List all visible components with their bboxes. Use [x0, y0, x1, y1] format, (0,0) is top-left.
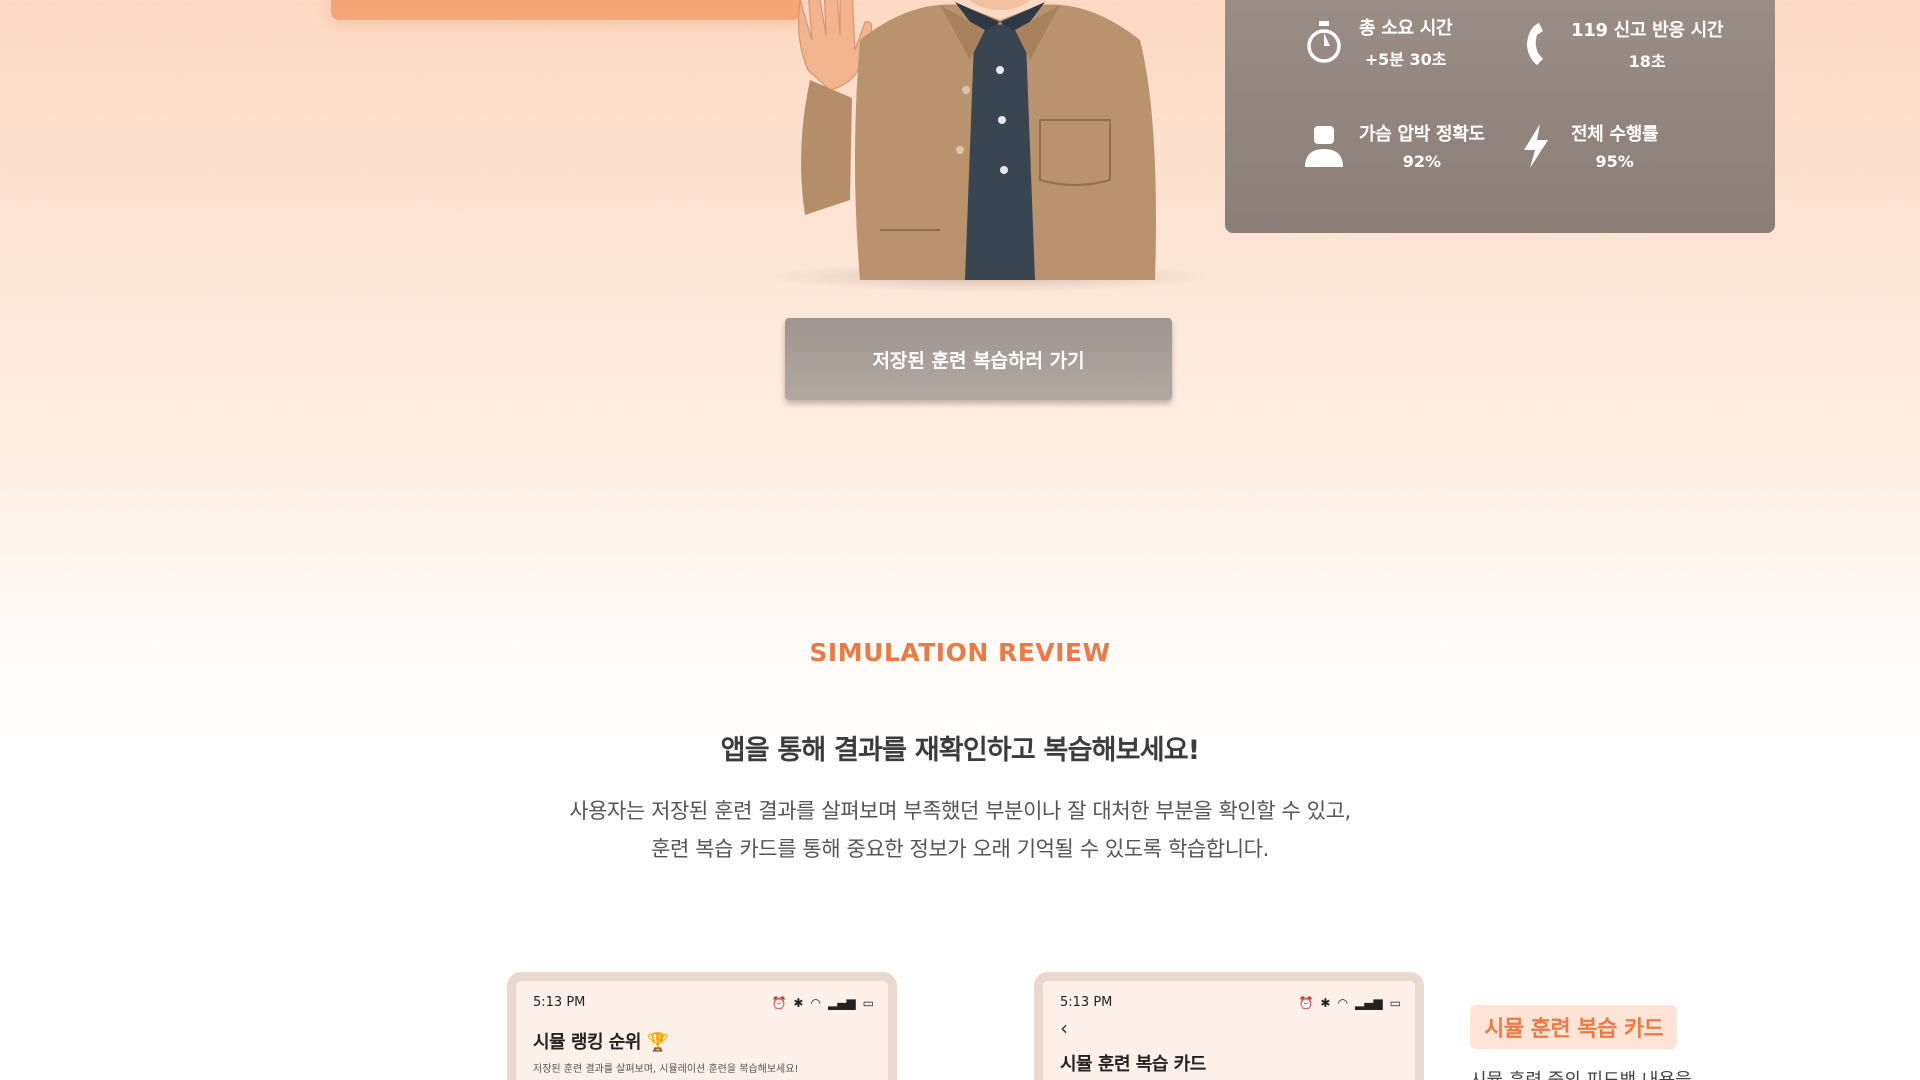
- phone-mockup-review-card: 5:13 PM ⏰ ✱ ◠ ▂▄▆ ▭ ‹ 시뮬 훈련 복습 카드: [1034, 972, 1424, 1080]
- alarm-icon: ⏰: [771, 995, 787, 1010]
- result-stats-panel: 총 소요 시간 +5분 30초 119 신고 반응 시간 18초 가슴 압박 정…: [1225, 0, 1775, 233]
- bluetooth-icon: ✱: [793, 995, 804, 1010]
- go-to-review-button[interactable]: 저장된 훈련 복습하러 가기: [785, 318, 1172, 400]
- stat-label: 가슴 압박 정확도: [1359, 124, 1485, 145]
- stat-value: 92%: [1402, 152, 1442, 171]
- alarm-icon: ⏰: [1298, 995, 1314, 1010]
- section-eyebrow: SIMULATION REVIEW: [809, 638, 1111, 667]
- status-bar: 5:13 PM ⏰ ✱ ◠ ▂▄▆ ▭: [516, 981, 888, 1010]
- stat-value: 18초: [1628, 52, 1666, 71]
- phone-screen-title: 시뮬 훈련 복습 카드: [1060, 1054, 1206, 1075]
- phone-screen-subtitle: 저장된 훈련 결과를 살펴보며, 시뮬레이션 훈련을 복습해보세요!: [533, 1064, 799, 1075]
- stat-value: +5분 30초: [1364, 50, 1447, 69]
- signal-icon: ▂▄▆: [1354, 995, 1383, 1010]
- status-time: 5:13 PM: [533, 995, 586, 1010]
- battery-icon: ▭: [1389, 995, 1401, 1010]
- stat-119-response: 119 신고 반응 시간 18초: [1513, 16, 1723, 72]
- battery-icon: ▭: [862, 995, 874, 1010]
- wifi-icon: ◠: [810, 995, 821, 1010]
- section-description: 사용자는 저장된 훈련 결과를 살펴보며 부족했던 부분이나 잘 대처한 부분을…: [0, 792, 1920, 868]
- signal-icon: ▂▄▆: [827, 995, 856, 1010]
- stat-label: 전체 수행률: [1571, 124, 1659, 145]
- person-icon: [1301, 121, 1347, 171]
- character-illustration: [798, 0, 1156, 280]
- stopwatch-icon: [1301, 17, 1347, 67]
- status-bar: 5:13 PM ⏰ ✱ ◠ ▂▄▆ ▭: [1043, 981, 1415, 1010]
- stat-compression-accuracy: 가슴 압박 정확도 92%: [1301, 120, 1485, 171]
- wifi-icon: ◠: [1337, 995, 1348, 1010]
- stat-overall-rate: 전체 수행률 95%: [1513, 120, 1659, 171]
- feature-label: 시뮬 훈련 복습 카드: [1470, 1005, 1678, 1049]
- stat-total-time: 총 소요 시간 +5분 30초: [1301, 14, 1453, 70]
- back-chevron-icon[interactable]: ‹: [1043, 1010, 1415, 1038]
- section-desc-line: 사용자는 저장된 훈련 결과를 살펴보며 부족했던 부분이나 잘 대처한 부분을…: [569, 799, 1351, 823]
- bluetooth-icon: ✱: [1320, 995, 1331, 1010]
- phone-screen-title: 시뮬 랭킹 순위 🏆: [533, 1032, 669, 1053]
- phone-mockup-ranking: 5:13 PM ⏰ ✱ ◠ ▂▄▆ ▭ 시뮬 랭킹 순위 🏆 저장된 훈련 결과…: [507, 972, 897, 1080]
- status-time: 5:13 PM: [1060, 995, 1113, 1010]
- result-card-top: [331, 0, 801, 20]
- feature-description: 시뮬 훈련 중의 피드백 내용을: [1470, 1066, 1692, 1080]
- stat-label: 119 신고 반응 시간: [1571, 20, 1724, 41]
- section-title: 앱을 통해 결과를 재확인하고 복습해보세요!: [720, 735, 1200, 766]
- stat-value: 95%: [1595, 152, 1634, 171]
- lightning-icon: [1513, 121, 1559, 171]
- section-desc-line: 훈련 복습 카드를 통해 중요한 정보가 오래 기억될 수 있도록 학습합니다.: [651, 837, 1269, 861]
- stat-label: 총 소요 시간: [1359, 18, 1453, 39]
- phone-handset-icon: [1513, 19, 1559, 69]
